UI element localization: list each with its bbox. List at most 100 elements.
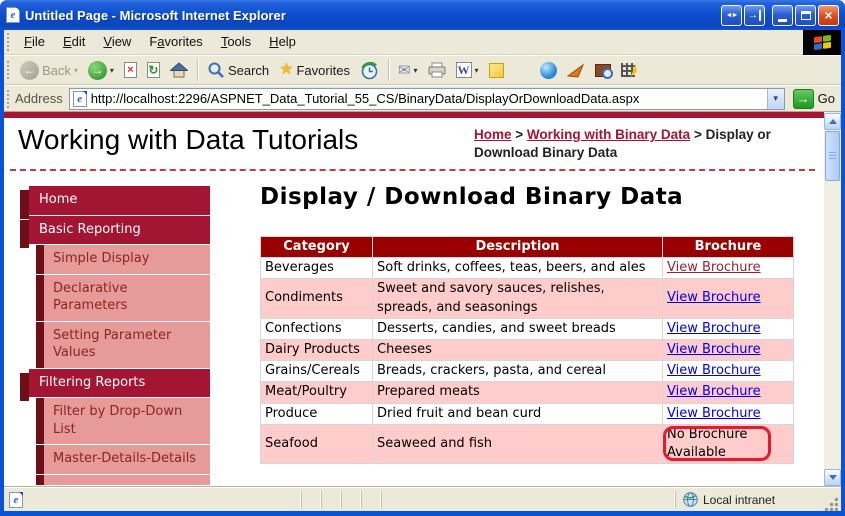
toolbar-grip[interactable] [7,90,10,108]
cell-description: Seaweed and fish [373,424,663,463]
menu-file[interactable]: File [15,31,54,52]
view-brochure-link[interactable]: View Brochure [667,406,761,421]
forward-icon: → [88,61,107,80]
vertical-scrollbar[interactable] [824,112,841,487]
cell-brochure: View Brochure [663,279,794,318]
table-row: Meat/PoultryPrepared meatsView Brochure [261,382,794,403]
breadcrumb-home-link[interactable]: Home [474,127,512,142]
window-controls: ◄► → × [721,5,839,26]
view-brochure-link[interactable]: View Brochure [667,363,761,378]
plugin-button[interactable] [616,61,640,79]
menu-edit[interactable]: Edit [54,31,94,52]
breadcrumb-parent-link[interactable]: Working with Binary Data [527,127,690,142]
column-header-brochure: Brochure [663,237,794,258]
history-icon [360,61,379,80]
toolbar-grip[interactable] [7,33,10,51]
menu-help[interactable]: Help [260,31,305,52]
cell-description: Sweet and savory sauces, relishes, sprea… [373,279,663,318]
standard-toolbar: ← Back ▾ → ▾ × ↻ Search [4,55,841,85]
maximize-button[interactable] [795,5,816,26]
menu-favorites[interactable]: Favorites [140,31,211,52]
home-button[interactable] [165,60,193,80]
edit-dropdown-icon: ▾ [475,66,479,75]
back-dropdown-icon: ▾ [74,66,78,75]
title-bar[interactable]: e Untitled Page - Microsoft Internet Exp… [0,0,845,30]
menu-tools[interactable]: Tools [212,31,260,52]
cell-description: Soft drinks, coffees, teas, beers, and a… [373,258,663,279]
word-icon: W [456,62,472,78]
research-button[interactable] [590,62,616,79]
table-row: ProduceDried fruit and bean curdView Bro… [261,403,794,424]
mail-button[interactable]: ✉ ▾ [393,61,423,80]
page-content: Working with Data Tutorials Home > Worki… [4,112,841,487]
addon-icon [567,63,585,78]
close-button[interactable]: × [818,5,839,26]
favorites-button[interactable]: ★ Favorites [274,60,355,80]
cell-brochure: View Brochure [663,382,794,403]
minimize-button[interactable] [772,5,793,26]
column-header-description: Description [373,237,663,258]
view-brochure-link[interactable]: View Brochure [667,321,761,336]
sidebar-item-setting-parameter-values[interactable]: Setting Parameter Values [36,322,210,368]
scrollbar-thumb[interactable] [825,131,840,181]
resize-grip[interactable] [824,497,838,511]
search-button[interactable]: Search [202,59,274,81]
toolbar-grip[interactable] [7,61,10,79]
ie-page-icon: e [6,7,20,23]
status-pane [361,491,377,508]
sidebar-item-filtering-reports[interactable]: Filtering Reports [29,369,210,398]
messenger-button[interactable] [535,60,562,81]
view-brochure-link[interactable]: View Brochure [667,384,761,399]
sidebar-item-basic-reporting[interactable]: Basic Reporting [29,216,210,245]
cell-brochure: View Brochure [663,339,794,360]
discuss-button[interactable] [484,61,509,80]
status-bar: e Local intranet [4,487,841,511]
cell-brochure: View Brochure [663,361,794,382]
globe-icon [683,492,698,507]
stop-button[interactable]: × [119,60,142,80]
table-row: SeafoodSeaweed and fishNo Brochure Avail… [261,424,794,463]
view-brochure-link[interactable]: View Brochure [667,290,761,305]
edit-with-word-button[interactable]: W ▾ [451,60,484,80]
cell-category: Dairy Products [261,339,373,360]
back-button[interactable]: ← Back ▾ [15,59,83,82]
home-icon [170,62,188,78]
address-input[interactable]: e http://localhost:2296/ASPNET_Data_Tuto… [69,88,785,110]
windows-flag-icon [814,34,831,49]
address-dropdown-button[interactable]: ▾ [767,89,784,109]
view-brochure-link[interactable]: View Brochure [667,342,761,357]
go-button[interactable]: → [793,89,814,109]
scroll-up-button[interactable] [824,113,841,130]
address-url[interactable]: http://localhost:2296/ASPNET_Data_Tutori… [91,91,763,106]
vm-resize-button[interactable]: ◄► [721,5,742,26]
view-brochure-link[interactable]: View Brochure [667,260,761,275]
cell-description: Cheeses [373,339,663,360]
cell-brochure: No Brochure Available [663,424,794,463]
zone-label: Local intranet [703,493,775,507]
addon-button[interactable] [562,61,590,80]
history-button[interactable] [355,59,384,82]
sidebar-item-filter-by-drop-down-list[interactable]: Filter by Drop-Down List [36,398,210,444]
go-label: Go [818,91,835,106]
forward-dropdown-icon: ▾ [110,66,114,75]
document-status-icon: e [9,492,23,508]
dashed-divider [10,169,815,171]
vm-detach-button[interactable]: → [744,5,765,26]
address-label: Address [15,91,63,106]
windows-logo [803,30,841,55]
refresh-button[interactable]: ↻ [142,60,165,80]
print-button[interactable] [423,60,451,80]
page-top-rule [4,112,824,118]
breadcrumb: Home > Working with Binary Data > Displa… [474,126,819,162]
sidebar-item-simple-display[interactable]: Simple Display [36,245,210,274]
cell-category: Meat/Poultry [261,382,373,403]
categories-table: CategoryDescriptionBrochure BeveragesSof… [260,236,794,464]
forward-button[interactable]: → ▾ [83,59,119,82]
menu-view[interactable]: View [94,31,140,52]
sidebar-item-declarative-parameters[interactable]: Declarative Parameters [36,275,210,321]
sidebar-item-partial-item[interactable] [36,475,210,485]
maximize-icon [801,11,811,20]
scroll-down-button[interactable] [824,469,841,486]
sidebar-item-home[interactable]: Home [29,186,210,215]
sidebar-item-master-details-details[interactable]: Master-Details-Details [36,445,210,474]
